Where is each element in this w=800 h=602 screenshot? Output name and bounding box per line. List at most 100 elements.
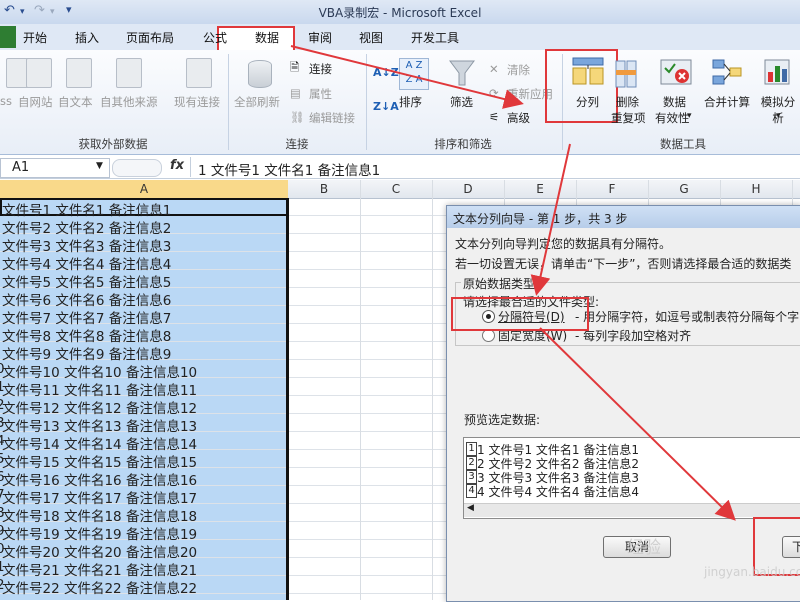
filter-button[interactable]: 筛选: [450, 94, 473, 110]
remove-duplicates-button[interactable]: 删除: [616, 94, 639, 110]
advanced-filter-button[interactable]: 高级: [507, 110, 530, 126]
cell-a22[interactable]: 文件号22 文件名22 备注信息22: [2, 577, 197, 597]
ribbon-tab-bar: [0, 24, 800, 51]
tab-formulas[interactable]: 公式: [203, 29, 227, 46]
cell-a9[interactable]: 文件号9 文件名9 备注信息9: [2, 343, 171, 363]
redo-icon[interactable]: ↷: [34, 3, 45, 18]
customize-toolbar-icon[interactable]: ▾: [66, 3, 72, 16]
cell-a2[interactable]: 文件号2 文件名2 备注信息2: [2, 217, 171, 237]
preview-row: 4 文件号4 文件名4 备注信息4: [477, 485, 639, 499]
clear-filter-button[interactable]: 清除: [507, 62, 530, 78]
redo-dropdown-icon[interactable]: ▾: [50, 7, 55, 17]
delimited-option-highlight: [451, 297, 589, 331]
preview-horizontal-scrollbar[interactable]: [464, 503, 800, 517]
cell-a15[interactable]: 文件号15 文件名15 备注信息15: [2, 451, 197, 471]
tab-insert[interactable]: 插入: [75, 29, 99, 46]
from-web-button[interactable]: 自网站: [18, 94, 53, 110]
undo-icon[interactable]: ↶: [4, 3, 15, 18]
cell-a8[interactable]: 文件号8 文件名8 备注信息8: [2, 325, 171, 345]
cell-a4[interactable]: 文件号4 文件名4 备注信息4: [2, 253, 171, 273]
column-header-b[interactable]: B: [288, 182, 360, 196]
existing-connections-icon: [186, 58, 212, 88]
undo-dropdown-icon[interactable]: ▾: [20, 7, 25, 17]
what-if-analysis-button[interactable]: 模拟分析: [756, 94, 800, 126]
cell-a12[interactable]: 文件号12 文件名12 备注信息12: [2, 397, 197, 417]
cell-a20[interactable]: 文件号20 文件名20 备注信息20: [2, 541, 197, 561]
sort-button[interactable]: 排序: [399, 94, 422, 110]
remove-duplicates-button-line2[interactable]: 重复项: [611, 110, 646, 126]
consolidate-icon: [712, 59, 742, 85]
preview-row-number: 4: [466, 484, 477, 498]
option-delimited-desc: - 用分隔字符，如逗号或制表符分隔每个字: [575, 310, 800, 324]
cell-a7[interactable]: 文件号7 文件名7 备注信息7: [2, 307, 171, 327]
watermark-logo: 经验: [627, 538, 661, 558]
preview-row-number: 2: [466, 456, 477, 470]
properties-icon: ▤: [290, 86, 301, 100]
from-text-icon: [66, 58, 92, 88]
column-header-c[interactable]: C: [360, 182, 432, 196]
consolidate-button[interactable]: 合并计算: [704, 94, 750, 110]
sort-za-icon[interactable]: Z↓A: [373, 100, 399, 113]
from-other-sources-icon: [116, 58, 142, 88]
from-text-button[interactable]: 自文本: [58, 94, 93, 110]
from-access-button[interactable]: ss: [0, 94, 12, 108]
insert-function-icon[interactable]: fx: [170, 158, 184, 173]
tab-view[interactable]: 视图: [359, 29, 383, 46]
advanced-filter-icon: ⚟: [489, 110, 500, 124]
from-other-sources-button[interactable]: 自其他来源: [100, 94, 158, 110]
formula-content[interactable]: 1 文件号1 文件名1 备注信息1: [198, 159, 380, 179]
what-if-dropdown-icon[interactable]: ▾: [776, 111, 781, 121]
cell-a14[interactable]: 文件号14 文件名14 备注信息14: [2, 433, 197, 453]
name-box-value: A1: [12, 160, 30, 175]
cell-a21[interactable]: 文件号21 文件名21 备注信息21: [2, 559, 197, 579]
column-header-a[interactable]: A: [0, 182, 288, 196]
dialog-description-2: 若一切设置无误，请单击“下一步”，否则请选择最合适的数据类: [455, 257, 792, 271]
tab-developer[interactable]: 开发工具: [411, 29, 459, 46]
file-tab[interactable]: [0, 26, 16, 48]
preview-row-number: 3: [466, 470, 477, 484]
tab-home[interactable]: 开始: [23, 29, 47, 46]
watermark-url: jingyan.baidu.com: [704, 565, 800, 579]
data-validation-button[interactable]: 数据: [663, 94, 686, 110]
preview-row-number: 1: [466, 442, 477, 456]
scroll-left-icon[interactable]: ◀: [467, 503, 474, 513]
data-validation-button-line2[interactable]: 有效性: [655, 110, 690, 126]
connections-icon: 🗎: [290, 60, 300, 74]
properties-button[interactable]: 属性: [309, 86, 332, 102]
refresh-all-button[interactable]: 全部刷新: [234, 94, 280, 110]
name-box-dropdown-icon[interactable]: ▼: [96, 161, 103, 171]
group-label-connections: 连接: [285, 137, 309, 151]
column-header-h[interactable]: H: [720, 182, 792, 196]
tab-data[interactable]: 数据: [255, 29, 279, 46]
cell-a1[interactable]: 文件号1 文件名1 备注信息1: [2, 199, 171, 219]
column-line: [432, 180, 433, 600]
tab-review[interactable]: 审阅: [308, 29, 332, 46]
data-validation-dropdown-icon[interactable]: ▾: [687, 111, 692, 121]
column-header-d[interactable]: D: [432, 182, 504, 196]
sort-az-icon[interactable]: A↓Z: [373, 66, 399, 79]
existing-connections-button[interactable]: 现有连接: [174, 94, 220, 110]
cell-a10[interactable]: 文件号10 文件名10 备注信息10: [2, 361, 197, 381]
cell-a5[interactable]: 文件号5 文件名5 备注信息5: [2, 271, 171, 291]
column-header-e[interactable]: E: [504, 182, 576, 196]
clear-filter-icon: ✕: [489, 62, 499, 76]
column-header-g[interactable]: G: [648, 182, 720, 196]
edit-links-button[interactable]: 编辑链接: [309, 110, 355, 126]
cell-a19[interactable]: 文件号19 文件名19 备注信息19: [2, 523, 197, 543]
remove-duplicates-icon: [615, 60, 637, 88]
connections-button[interactable]: 连接: [309, 61, 332, 77]
refresh-all-icon: [248, 60, 272, 88]
preview-label: 预览选定数据:: [464, 413, 541, 427]
column-header-f[interactable]: F: [576, 182, 648, 196]
tab-page-layout[interactable]: 页面布局: [126, 29, 174, 46]
reapply-icon: ⟳: [489, 86, 499, 100]
dialog-title: 文本分列向导 - 第 1 步，共 3 步: [453, 212, 628, 226]
cell-a6[interactable]: 文件号6 文件名6 备注信息6: [2, 289, 171, 309]
cell-a3[interactable]: 文件号3 文件名3 备注信息3: [2, 235, 171, 255]
cell-a13[interactable]: 文件号13 文件名13 备注信息13: [2, 415, 197, 435]
cell-a18[interactable]: 文件号18 文件名18 备注信息18: [2, 505, 197, 525]
cell-a16[interactable]: 文件号16 文件名16 备注信息16: [2, 469, 197, 489]
cell-a11[interactable]: 文件号11 文件名11 备注信息11: [2, 379, 197, 399]
formula-bar-resizer[interactable]: [112, 159, 162, 177]
cell-a17[interactable]: 文件号17 文件名17 备注信息17: [2, 487, 197, 507]
